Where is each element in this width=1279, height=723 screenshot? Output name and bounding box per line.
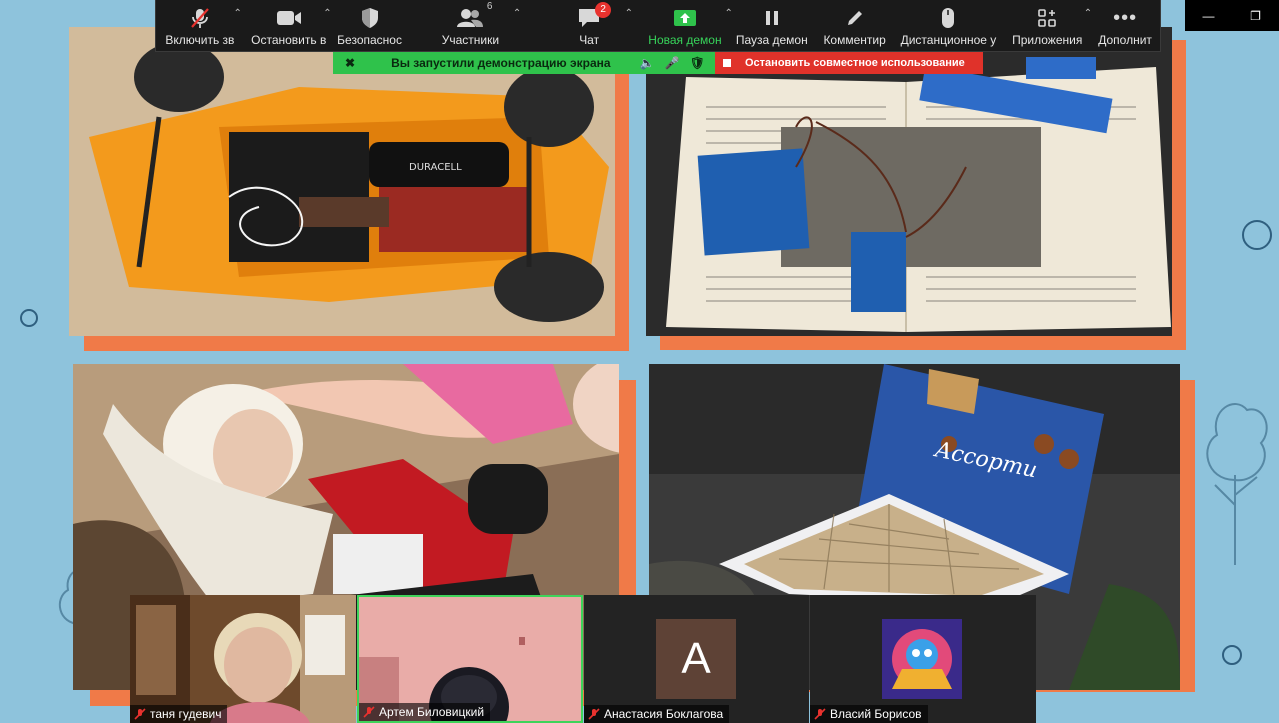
apps-label: Приложения — [1012, 33, 1083, 47]
remote-control-label: Дистанционное у — [900, 33, 997, 47]
stop-video-label: Остановить в — [251, 33, 327, 47]
mic-muted-icon — [814, 708, 826, 720]
security-button[interactable]: Безопаснос — [334, 0, 406, 51]
annotate-button[interactable]: Комментир — [817, 0, 893, 51]
shield-icon[interactable]: 🛡 — [690, 56, 705, 70]
more-icon: ••• — [1113, 6, 1138, 29]
mic-muted-icon — [363, 706, 375, 718]
participant-tile[interactable]: таня гудевич — [130, 595, 356, 723]
chevron-up-icon[interactable]: ⌃ — [233, 8, 241, 19]
mic-icon[interactable]: 🎤 — [665, 56, 680, 70]
new-share-button[interactable]: Новая демон ⌃ — [643, 0, 733, 51]
decor-circle — [1222, 645, 1242, 665]
share-screen-icon — [673, 5, 697, 31]
unmute-label: Включить зв — [165, 33, 235, 47]
pause-share-button[interactable]: Пауза демон — [727, 0, 817, 51]
participant-name: Артем Биловицкий — [379, 705, 485, 719]
participant-video — [130, 595, 356, 723]
participant-name-bar: таня гудевич — [130, 705, 228, 723]
pencil-icon — [845, 5, 865, 31]
participant-tile[interactable]: А Анастасия Боклагова — [584, 595, 809, 723]
decor-tree — [1206, 403, 1268, 565]
mic-muted-icon — [588, 708, 600, 720]
sharing-status-bar[interactable]: ✖ Вы запустили демонстрацию экрана 🔈 🎤 🛡 — [333, 52, 715, 74]
minimize-icon[interactable]: — — [1185, 0, 1232, 31]
meeting-toolbar: Включить зв ⌃ Остановить в ⌃ Безопаснос … — [155, 0, 1161, 52]
participant-name: таня гудевич — [150, 707, 222, 721]
apps-button[interactable]: Приложения ⌃ — [1004, 0, 1092, 51]
participant-tile[interactable]: Власий Борисов — [810, 595, 1036, 723]
chat-icon: 2 — [577, 2, 612, 31]
speaker-icon[interactable]: 🔈 — [640, 56, 655, 70]
participant-name-bar: Власий Борисов — [810, 705, 928, 723]
participant-tile-active-speaker[interactable]: Артем Биловицкий — [357, 595, 583, 723]
restore-icon[interactable]: ❐ — [1232, 0, 1279, 31]
decor-circle — [1242, 220, 1272, 250]
avatar-initial: А — [681, 634, 711, 683]
security-label: Безопаснос — [337, 33, 402, 47]
sharing-status-text: Вы запустили демонстрацию экрана — [391, 56, 611, 70]
window-controls: — ❐ — [1185, 0, 1279, 31]
apps-icon — [1037, 5, 1057, 31]
remote-control-button[interactable]: Дистанционное у — [893, 0, 1005, 51]
stop-share-button[interactable]: Остановить совместное использование — [715, 52, 983, 74]
participant-name-bar: Анастасия Боклагова — [584, 705, 730, 723]
participant-name: Анастасия Боклагова — [604, 707, 724, 721]
participants-button[interactable]: 6 Участники ⌃ — [406, 0, 536, 51]
battery-label: DURACELL — [409, 162, 462, 173]
drag-handle-icon[interactable]: ✖ — [345, 56, 355, 70]
participants-count: 6 — [486, 1, 493, 12]
chat-label: Чат — [579, 33, 600, 47]
decor-circle — [20, 309, 38, 327]
participant-name: Власий Борисов — [830, 707, 922, 721]
avatar: А — [656, 619, 736, 699]
chevron-up-icon[interactable]: ⌃ — [625, 8, 633, 19]
participants-label: Участники — [441, 33, 500, 47]
avatar — [882, 619, 962, 699]
stop-icon — [723, 59, 731, 67]
more-label: Дополнит — [1098, 33, 1152, 47]
chevron-up-icon[interactable]: ⌃ — [323, 8, 331, 19]
pause-share-label: Пауза демон — [735, 33, 808, 47]
mic-muted-icon — [134, 708, 146, 720]
chevron-up-icon[interactable]: ⌃ — [513, 8, 521, 19]
participant-name-bar: Артем Биловицкий — [359, 703, 491, 721]
annotate-label: Комментир — [823, 33, 886, 47]
mouse-icon — [940, 5, 956, 31]
new-share-label: Новая демон — [648, 33, 722, 47]
stop-video-button[interactable]: Остановить в ⌃ — [244, 0, 334, 51]
chat-button[interactable]: 2 Чат ⌃ — [535, 0, 643, 51]
pause-icon — [763, 5, 781, 31]
more-button[interactable]: ••• Дополнит — [1090, 0, 1160, 51]
mic-muted-icon — [189, 5, 211, 31]
participants-icon: 6 — [456, 1, 492, 31]
shield-icon — [360, 5, 380, 31]
camera-icon — [276, 5, 302, 31]
chat-unread-badge: 2 — [595, 2, 612, 18]
stop-share-label: Остановить совместное использование — [745, 57, 965, 69]
unmute-button[interactable]: Включить зв ⌃ — [156, 0, 244, 51]
